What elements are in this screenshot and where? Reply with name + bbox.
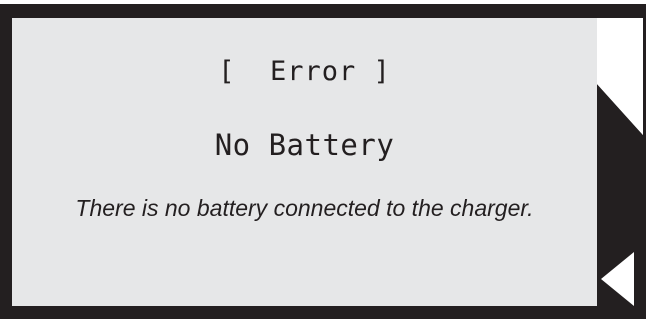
error-title: [ Error ] — [218, 56, 391, 87]
error-heading: No Battery — [214, 128, 395, 162]
back-arrow-icon[interactable] — [597, 248, 636, 310]
lcd-screen: [ Error ] No Battery There is no battery… — [12, 18, 597, 306]
error-message: There is no battery connected to the cha… — [75, 195, 534, 221]
charger-display: [ Error ] No Battery There is no battery… — [0, 0, 646, 319]
